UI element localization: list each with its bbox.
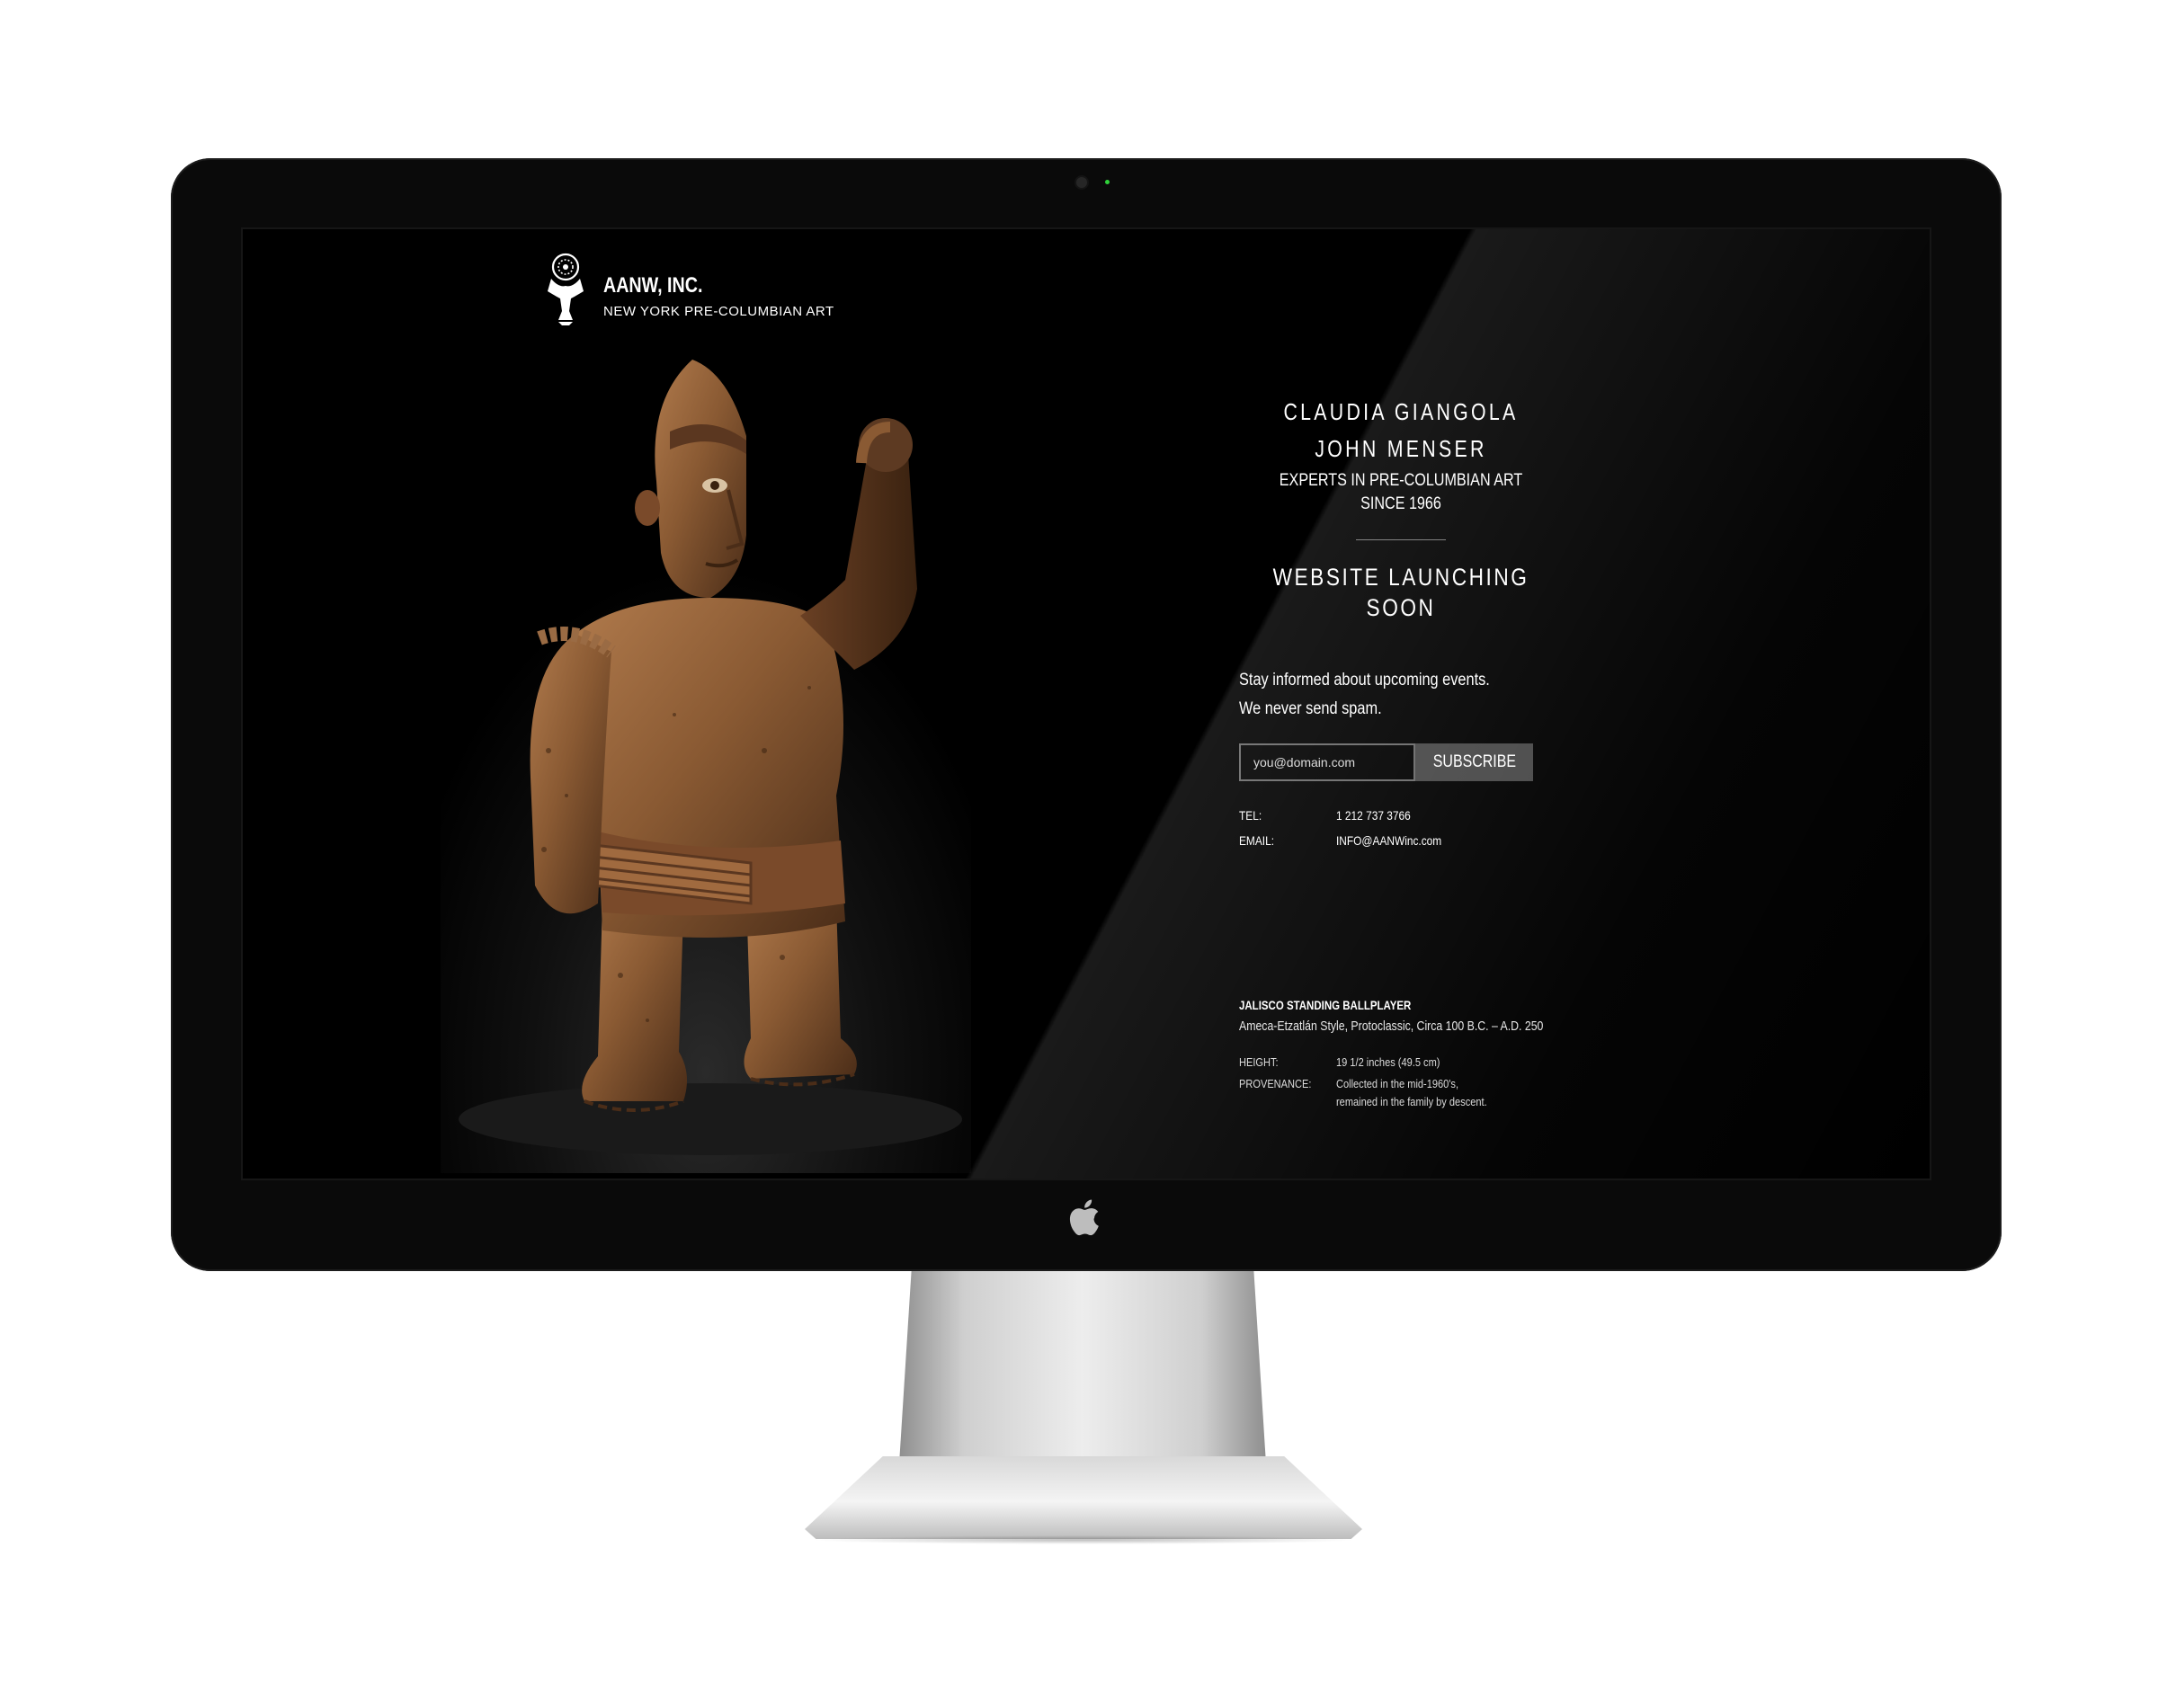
height-value: 19 1/2 inches (49.5 cm) [1336,1055,1440,1069]
tel-label: TEL: [1239,808,1262,823]
artwork-caption: JALISCO STANDING BALLPLAYER Ameca-Etzatl… [1239,996,1563,1115]
signup-line-1: Stay informed about upcoming events. [1239,671,1490,689]
launch-heading: WEBSITE LAUNCHING SOON [1272,564,1529,621]
provenance-line-1: Collected in the mid-1960's, [1336,1077,1459,1090]
artwork-title: JALISCO STANDING BALLPLAYER [1239,998,1412,1012]
signup-line-2: We never send spam. [1239,699,1382,718]
contact-row-tel: TEL: 1 212 737 3766 [1239,803,1563,828]
provenance-value: Collected in the mid-1960's, remained in… [1336,1075,1487,1111]
tel-value[interactable]: 1 212 737 3766 [1336,803,1411,828]
name-claudia: CLAUDIA GIANGOLA [1283,398,1519,425]
spec-row-provenance: PROVENANCE: Collected in the mid-1960's,… [1239,1075,1563,1111]
brand-tagline: NEW YORK PRE-COLUMBIAN ART [603,304,834,319]
subscribe-button-label: SUBSCRIBE [1432,752,1516,771]
monitor-stand-base [805,1456,1362,1539]
signup-block: Stay informed about upcoming events. We … [1239,666,1563,853]
subscribe-form: SUBSCRIBE [1239,743,1533,781]
stand-shadow [809,1535,1358,1544]
email-link[interactable]: INFO@AANWinc.com [1336,828,1441,853]
contact-row-email: EMAIL: INFO@AANWinc.com [1239,828,1563,853]
statue-image [441,328,971,1173]
contact-info: TEL: 1 212 737 3766 EMAIL: INFO@AANWinc.… [1239,803,1563,853]
provenance-label: PROVENANCE: [1239,1077,1312,1090]
intro-block: CLAUDIA GIANGOLA JOHN MENSER EXPERTS IN … [1239,394,1563,623]
brand-name: AANW, INC. [603,273,703,298]
experts-tagline: EXPERTS IN PRE-COLUMBIAN ART SINCE 1966 [1279,471,1523,513]
divider [1356,539,1446,540]
email-label: EMAIL: [1239,833,1275,848]
camera-icon [1076,177,1087,188]
subscribe-button[interactable]: SUBSCRIBE [1415,743,1533,781]
artwork-subtitle: Ameca-Etzatlán Style, Protoclassic, Circ… [1239,1019,1544,1034]
apple-logo-icon [1069,1199,1099,1236]
screen: AANW, INC. NEW YORK PRE-COLUMBIAN ART CL… [243,229,1930,1179]
name-john: JOHN MENSER [1315,435,1487,462]
camera-led-icon [1105,180,1110,184]
email-input[interactable] [1239,743,1415,781]
provenance-line-2: remained in the family by descent. [1336,1095,1487,1108]
height-label: HEIGHT: [1239,1055,1279,1069]
artwork-specs: HEIGHT: 19 1/2 inches (49.5 cm) PROVENAN… [1239,1054,1563,1111]
brand[interactable]: AANW, INC. NEW YORK PRE-COLUMBIAN ART [546,252,834,325]
spec-row-height: HEIGHT: 19 1/2 inches (49.5 cm) [1239,1054,1563,1072]
bird-figure-logo-icon [548,253,584,325]
